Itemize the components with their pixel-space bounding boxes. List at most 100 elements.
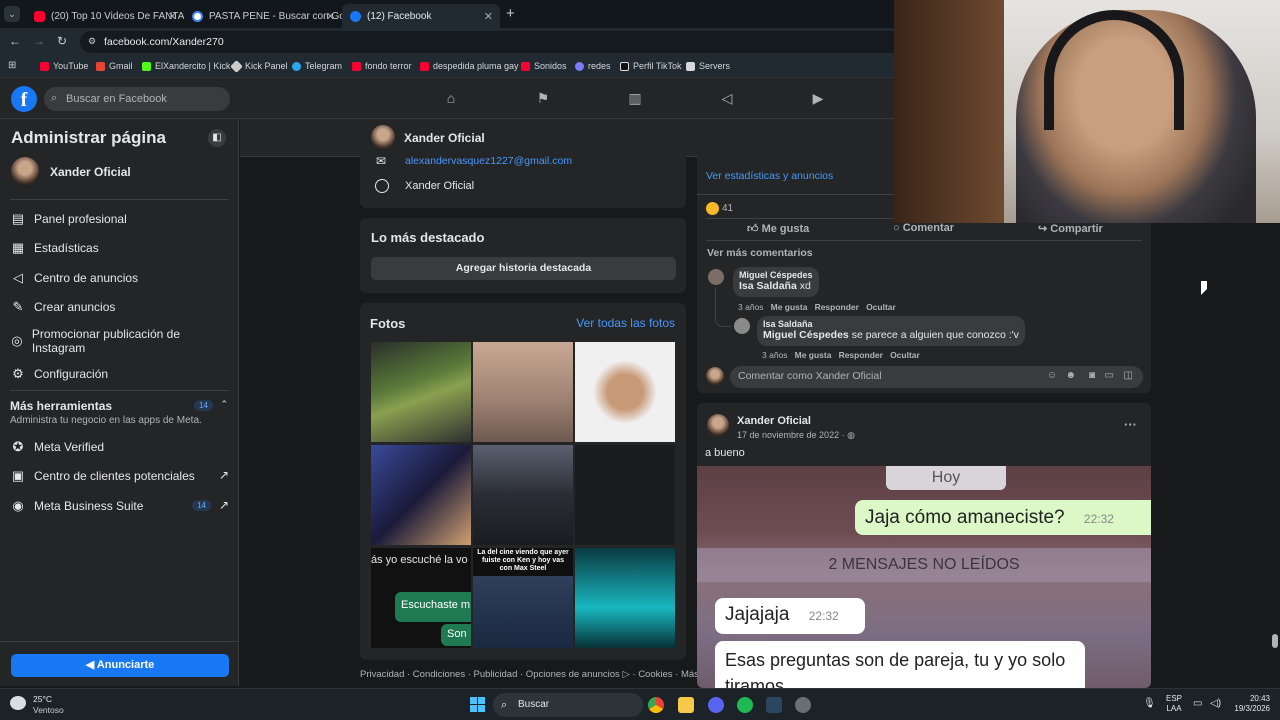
insights-icon[interactable]: ▥ <box>627 90 643 106</box>
comment-age[interactable]: 3 años <box>738 302 764 312</box>
email-link[interactable]: alexandervasquez1227@gmail.com <box>405 155 572 167</box>
profile-name[interactable]: Xander Oficial <box>404 131 485 145</box>
windows-start-icon[interactable] <box>470 697 485 712</box>
comment-like[interactable]: Me gusta <box>771 302 808 312</box>
bookmark-redes[interactable]: redes <box>575 61 611 71</box>
comment-reply[interactable]: Responder <box>839 350 883 360</box>
bookmark-kick[interactable]: ElXandercito | Kick <box>142 61 230 71</box>
steam-icon[interactable] <box>766 697 782 713</box>
file-explorer-icon[interactable] <box>678 697 694 713</box>
like-button[interactable]: 👍︎ Me gusta <box>747 222 809 235</box>
share-button[interactable]: ↪ Compartir <box>1038 222 1103 235</box>
profile-avatar[interactable] <box>371 125 395 149</box>
photo-thumbnail[interactable]: ás yo escuché la vo Escuchaste m Son <box>371 548 471 648</box>
network-icon[interactable]: ▭ <box>1193 698 1202 709</box>
sidebar-item-meta-verified[interactable]: ✪ Meta Verified <box>10 439 229 455</box>
collapse-sidebar-icon[interactable]: ◧ <box>208 129 226 147</box>
reload-icon[interactable]: ↻ <box>57 34 67 48</box>
footer-links[interactable]: Privacidad · Condiciones · Publicidad · … <box>360 669 699 680</box>
close-tab-icon[interactable]: ✕ <box>484 10 493 23</box>
sidebar-item-configuracion[interactable]: ⚙ Configuración <box>10 366 108 382</box>
sticker-icon[interactable]: ◫ <box>1124 370 1133 381</box>
photo-thumbnail[interactable] <box>473 445 573 545</box>
photo-thumbnail[interactable] <box>473 342 573 442</box>
more-tools-header[interactable]: Más herramientas 14 ⌃ <box>10 399 229 413</box>
chevron-up-icon[interactable]: ⌃ <box>220 399 228 410</box>
gif-icon[interactable]: ▭ <box>1105 370 1114 381</box>
clock[interactable]: 20:43 19/3/2026 <box>1226 694 1270 714</box>
back-icon[interactable]: ← <box>9 34 21 48</box>
sidebar-item-estadisticas[interactable]: ▦ Estadísticas <box>10 240 99 256</box>
emoji-icon[interactable]: ☻ <box>1065 370 1076 381</box>
photo-thumbnail[interactable] <box>371 342 471 442</box>
commenter-avatar[interactable] <box>734 318 750 334</box>
photo-thumbnail[interactable] <box>575 445 675 545</box>
commenter-avatar[interactable] <box>708 269 724 285</box>
post-author-avatar[interactable] <box>707 414 729 436</box>
bookmark-gmail[interactable]: Gmail <box>96 61 133 71</box>
tab-list-button[interactable]: ⌄ <box>4 6 20 22</box>
sidebar-item-crear-anuncios[interactable]: ✎ Crear anuncios <box>10 299 116 315</box>
flag-icon[interactable]: ⚑ <box>535 90 551 106</box>
comment-author[interactable]: Isa Saldaña <box>763 319 1019 329</box>
see-more-comments[interactable]: Ver más comentarios <box>707 247 813 259</box>
app-icon[interactable] <box>795 697 811 713</box>
search-input[interactable]: ⌕ Buscar en Facebook <box>44 87 230 111</box>
sidebar-item-clientes[interactable]: ▣ Centro de clientes potenciales ↗ <box>10 468 229 484</box>
add-highlight-button[interactable]: Agregar historia destacada <box>371 257 676 280</box>
close-tab-icon[interactable]: ✕ <box>168 10 177 23</box>
see-all-photos-link[interactable]: Ver todas las fotos <box>576 316 675 330</box>
sidebar-item-business-suite[interactable]: ◉ Meta Business Suite 14 ↗ <box>10 498 229 514</box>
bookmark-youtube[interactable]: YouTube <box>40 61 88 71</box>
sidebar-item-centro-anuncios[interactable]: ◁ Centro de anuncios <box>10 270 138 286</box>
reaction-count[interactable]: 41 <box>722 203 733 214</box>
comment-like[interactable]: Me gusta <box>795 350 832 360</box>
comment-author[interactable]: Miguel Céspedes <box>739 270 813 280</box>
page-name[interactable]: Xander Oficial <box>50 165 131 179</box>
apps-icon[interactable]: ⊞ <box>8 60 16 71</box>
taskbar-search[interactable]: ⌕ Buscar <box>493 693 643 717</box>
bookmark-telegram[interactable]: Telegram <box>292 61 342 71</box>
spotify-icon[interactable] <box>737 697 753 713</box>
site-info-icon[interactable]: ⚙ <box>88 36 96 47</box>
post-author[interactable]: Xander Oficial <box>737 415 811 427</box>
scrollbar-thumb[interactable] <box>1272 634 1278 648</box>
discord-icon[interactable] <box>708 697 724 713</box>
page-avatar[interactable] <box>11 157 39 185</box>
comment-mention[interactable]: Miguel Céspedes <box>763 329 849 341</box>
language-indicator[interactable]: ESP LAA <box>1166 694 1182 714</box>
advertise-button[interactable]: ◀ Anunciarte <box>11 654 229 677</box>
bookmark-kick-panel[interactable]: Kick Panel <box>230 59 288 73</box>
facebook-logo[interactable]: f <box>11 86 37 112</box>
bookmark-servers[interactable]: Servers <box>686 61 730 71</box>
post-options-button[interactable]: ··· <box>1124 417 1137 432</box>
avatar-sticker-icon[interactable]: ☺ <box>1047 370 1057 381</box>
post-image[interactable]: Hoy Jaja cómo amaneciste? 22:32 2 MENSAJ… <box>697 466 1151 688</box>
photo-thumbnail[interactable] <box>575 548 675 648</box>
bookmark-fondo-terror[interactable]: fondo terror <box>352 61 412 71</box>
bookmark-sonidos[interactable]: Sonidos <box>521 61 567 71</box>
forward-icon[interactable]: → <box>33 34 45 48</box>
megaphone-icon[interactable]: ◁ <box>719 90 735 106</box>
bookmark-despedida[interactable]: despedida pluma gay <box>420 61 519 71</box>
photo-thumbnail[interactable] <box>575 342 675 442</box>
comment-button[interactable]: ○ Comentar <box>893 222 954 234</box>
comment-input[interactable]: Comentar como Xander Oficial ☺ ☻ ◙ ▭ ◫ <box>730 366 1143 388</box>
microphone-icon[interactable]: 🎙︎ <box>1143 698 1156 709</box>
close-tab-icon[interactable]: ✕ <box>326 10 335 23</box>
comment-age[interactable]: 3 años <box>762 350 788 360</box>
comment-mention[interactable]: Isa Saldaña <box>739 280 797 292</box>
photo-thumbnail[interactable] <box>371 445 471 545</box>
tab-facebook[interactable]: (12) Facebook ✕ <box>342 4 500 28</box>
weather-widget[interactable]: 25°C Ventoso <box>10 694 90 716</box>
chrome-icon[interactable] <box>648 697 664 713</box>
sidebar-item-panel[interactable]: ▤ Panel profesional <box>10 211 127 227</box>
comment-hide[interactable]: Ocultar <box>890 350 920 360</box>
new-tab-button[interactable]: + <box>506 5 515 22</box>
sidebar-item-instagram[interactable]: ◎ Promocionar publicación de Instagram <box>10 327 210 355</box>
comment-hide[interactable]: Ocultar <box>866 302 896 312</box>
tab-google[interactable]: PASTA PENE - Buscar con Goog ✕ <box>184 4 342 28</box>
camera-icon[interactable]: ◙ <box>1089 370 1095 381</box>
post-date[interactable]: 17 de noviembre de 2022 · ◍ <box>737 430 855 441</box>
stats-and-ads-link[interactable]: Ver estadísticas y anuncios <box>706 170 833 182</box>
